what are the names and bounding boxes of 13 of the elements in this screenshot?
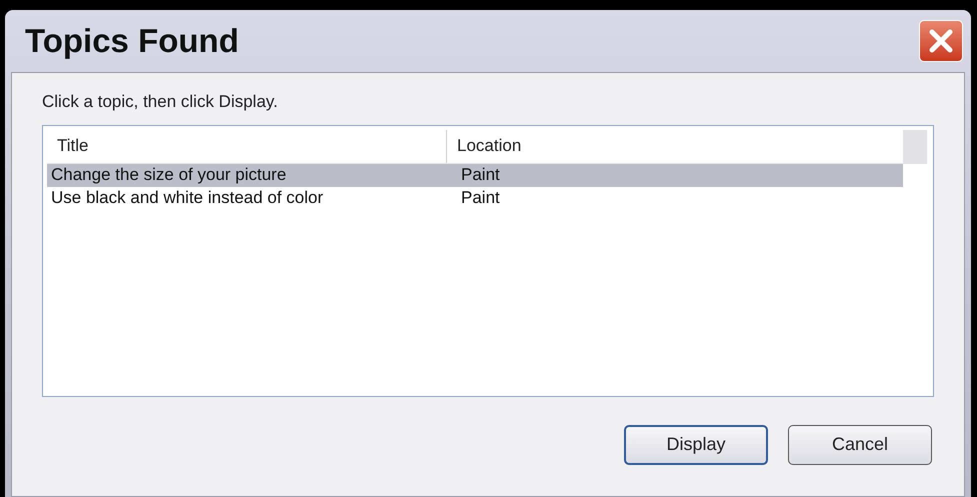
close-icon (928, 28, 954, 54)
window-title: Topics Found (25, 21, 239, 62)
column-header[interactable]: Location (447, 130, 903, 162)
close-button[interactable] (919, 20, 963, 62)
table-cell-text: Change the size of your picture (50, 164, 288, 186)
dialog-button[interactable]: Display (624, 424, 768, 464)
instruction-text: Click a topic, then click Display. (42, 91, 279, 113)
table-cell-text: Paint (460, 187, 501, 210)
column-header[interactable]: Title (47, 130, 447, 162)
table-cell-text: Use black and white instead of color (50, 187, 324, 210)
table-row[interactable]: Change the size of your picture Paint (47, 164, 903, 186)
dialog-button[interactable]: Cancel (788, 424, 932, 464)
table-cell-text: Paint (460, 164, 501, 186)
